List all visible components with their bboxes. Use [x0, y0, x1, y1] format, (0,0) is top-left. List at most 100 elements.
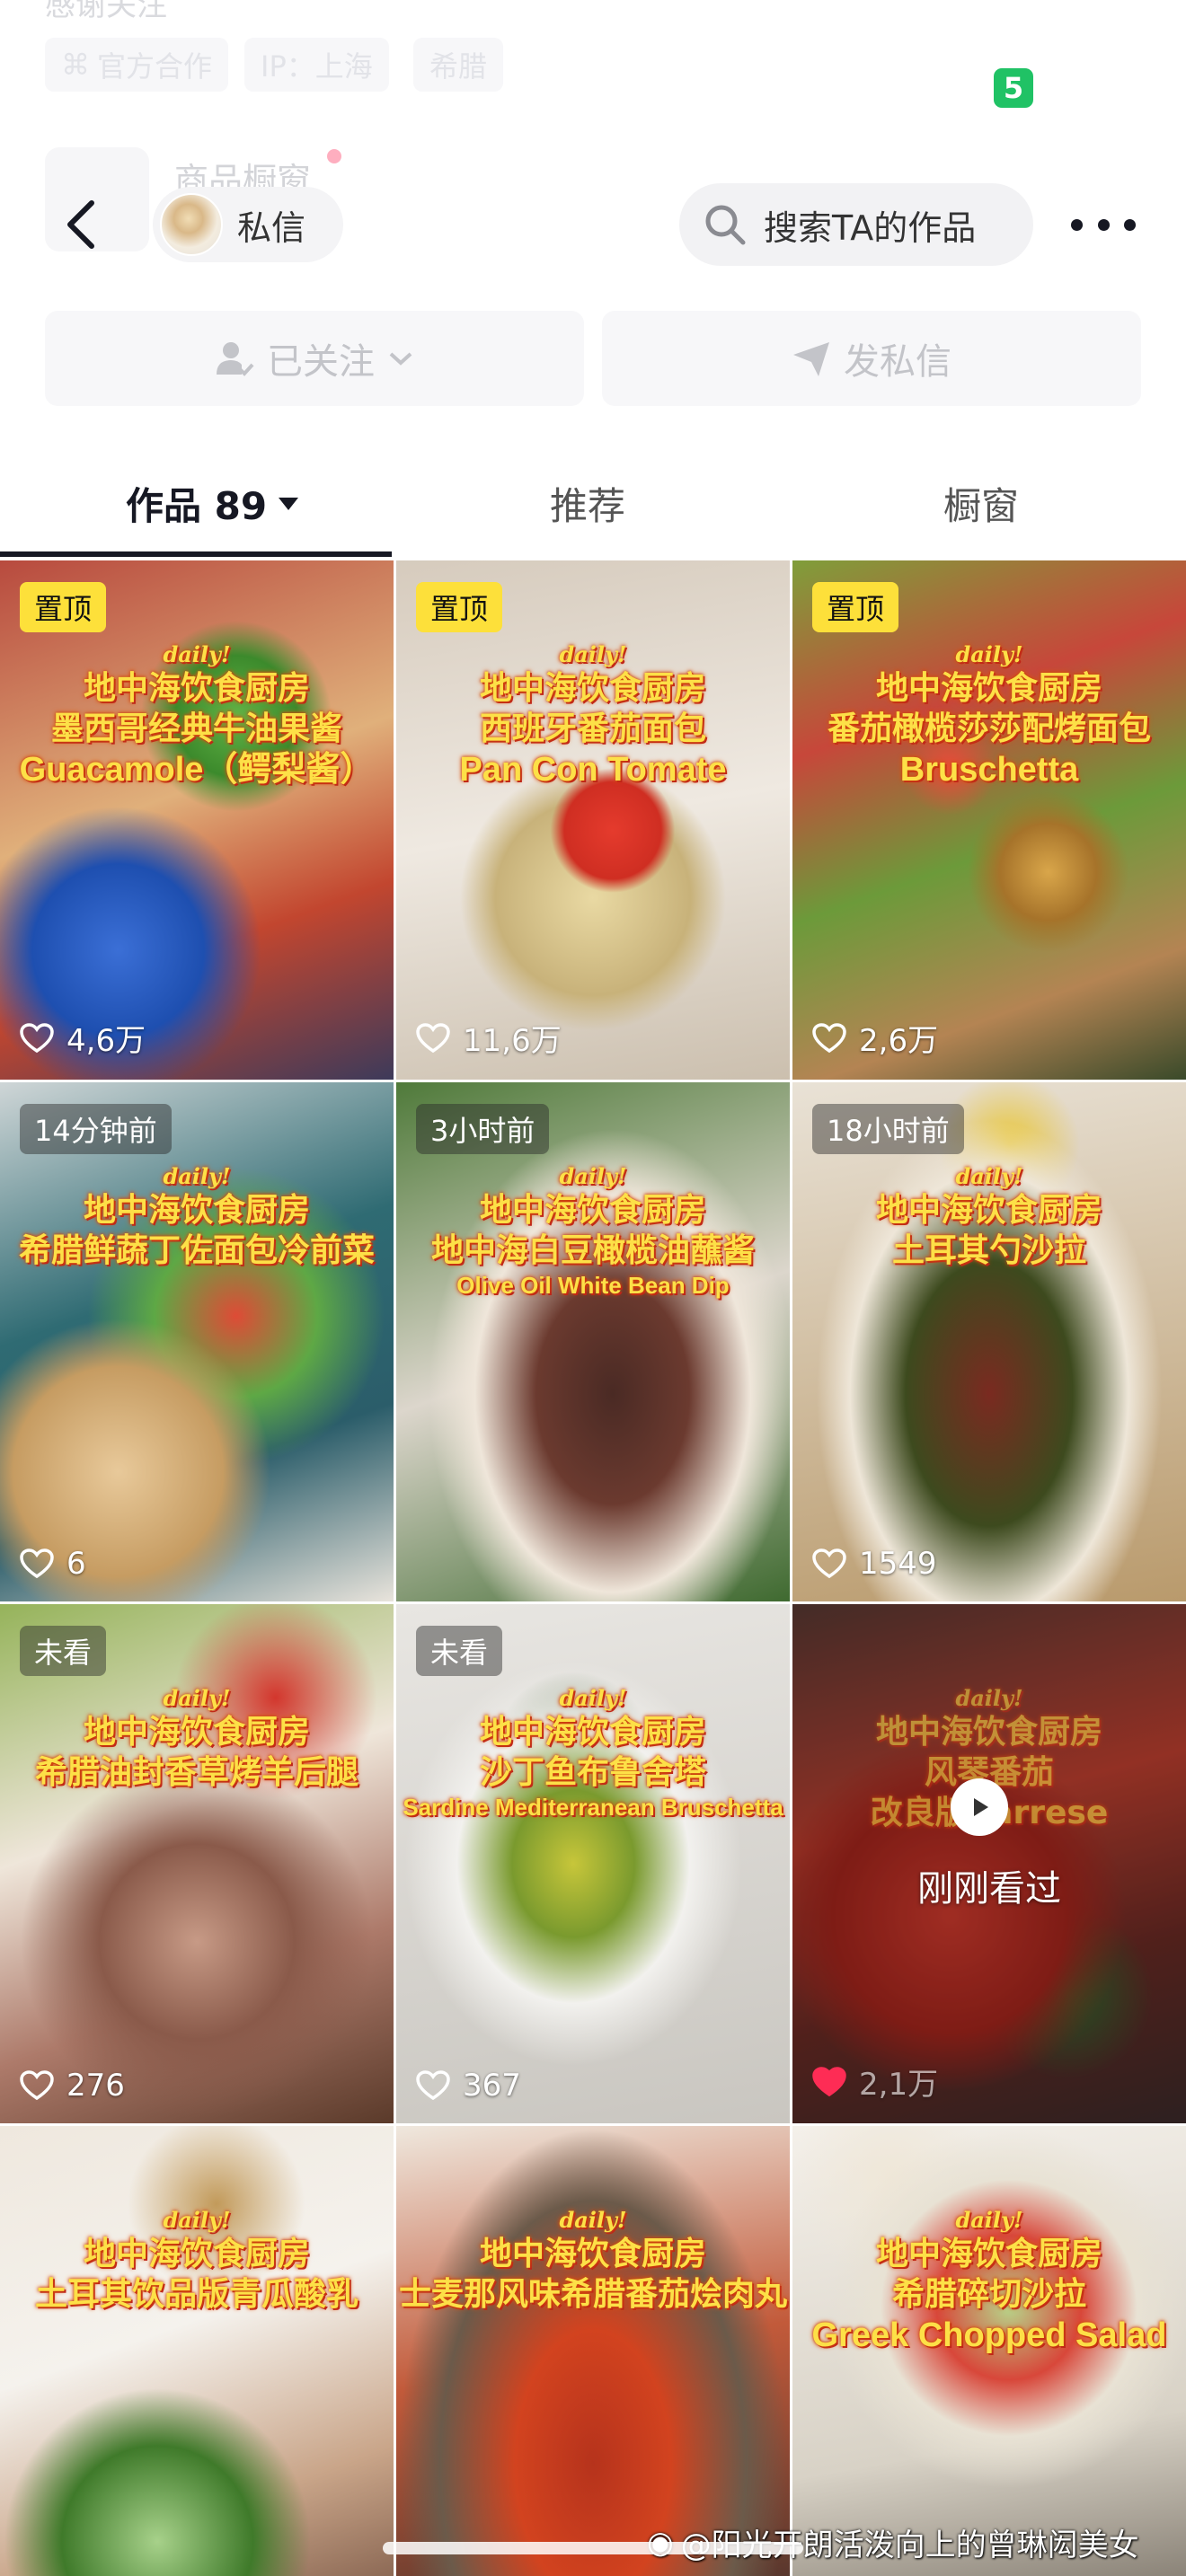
title-line: 地中海饮食厨房 [875, 670, 1102, 707]
daily-tag: daily! [559, 1163, 627, 1189]
heart-icon [812, 1022, 846, 1053]
search-works-input[interactable]: 搜索TA的作品 [679, 183, 1033, 266]
video-tile[interactable]: 3小时前 daily! 地中海饮食厨房 地中海白豆橄榄油蘸酱 Olive Oil Whi… [396, 1082, 790, 1601]
title-english: Guacamole（鳄梨酱） [19, 751, 375, 789]
user-check-icon [217, 342, 254, 376]
video-thumbnail [0, 2126, 394, 2576]
search-icon [705, 205, 746, 245]
heart-icon [416, 2070, 450, 2101]
title-line: 士麦那风味希腊番茄烩肉丸 [398, 2276, 787, 2313]
title-line: 土耳其勺沙拉 [891, 1232, 1086, 1269]
time-badge: 未看 [416, 1626, 503, 1676]
title-line: 墨西哥经典牛油果酱 [50, 710, 342, 747]
video-title-overlay: daily! 地中海饮食厨房 番茄橄榄莎莎配烤面包 Bruschetta [792, 641, 1186, 792]
title-line: 地中海饮食厨房 [479, 670, 706, 707]
ip-location-chip: IP：上海 [244, 38, 389, 92]
video-tile[interactable]: daily! 地中海饮食厨房 土耳其饮品版青瓜酸乳 [0, 2126, 394, 2576]
tab-works[interactable]: 作品 89 [126, 476, 301, 531]
title-line: 西班牙番茄面包 [479, 710, 706, 747]
video-tile[interactable]: 18小时前 daily! 地中海饮食厨房 土耳其勺沙拉 1549 [792, 1082, 1186, 1601]
time-badge: 18小时前 [812, 1104, 964, 1154]
video-title-overlay: daily! 地中海饮食厨房 希腊碎切沙拉 Greek Chopped Salad [792, 2207, 1186, 2358]
video-tile[interactable]: daily!地中海饮食厨房风琴番茄改良版Carrese刚刚看过2,1万 [792, 1604, 1186, 2123]
more-icon-dot [1097, 218, 1110, 231]
daily-tag: daily! [955, 1685, 1023, 1711]
chip-label: 官方合作 [97, 49, 213, 84]
daily-tag: daily! [163, 1685, 231, 1711]
chevron-left-icon [67, 200, 94, 249]
like-count-value: 367 [463, 2068, 521, 2104]
like-count-value: 11,6万 [463, 1023, 562, 1059]
title-english: Greek Chopped Salad [811, 2316, 1167, 2354]
time-badge: 3小时前 [416, 1104, 550, 1154]
video-thumbnail [396, 560, 790, 1080]
video-title-overlay: daily! 地中海饮食厨房 希腊油封香草烤羊后腿 [0, 1685, 394, 1793]
title-line: 地中海饮食厨房 [479, 2236, 706, 2272]
tab-recommend[interactable]: 推荐 [550, 476, 625, 531]
video-title-overlay: daily! 地中海饮食厨房 墨西哥经典牛油果酱 Guacamole（鳄梨酱） [0, 641, 394, 792]
video-thumbnail [792, 560, 1186, 1080]
heart-icon [812, 1548, 846, 1579]
search-placeholder: 搜索TA的作品 [764, 207, 977, 248]
message-chip[interactable]: 私信 [153, 187, 343, 262]
video-tile[interactable]: daily! 地中海饮食厨房 希腊碎切沙拉 Greek Chopped Salad [792, 2126, 1186, 2576]
like-count-value: 1549 [859, 1546, 937, 1582]
time-badge: 14分钟前 [20, 1104, 172, 1154]
chevron-down-icon [389, 352, 412, 366]
more-icon [1071, 218, 1083, 231]
video-thumbnail [0, 1082, 394, 1601]
heart-icon [20, 1548, 54, 1579]
like-count-value: 2,1万 [859, 2067, 939, 2103]
like-count: 367 [416, 2068, 521, 2104]
title-line: 地中海饮食厨房 [479, 1192, 706, 1229]
followed-button[interactable]: 已关注 [45, 311, 584, 406]
like-count-value: 6 [66, 1546, 86, 1582]
title-english: Pan Con Tomate [459, 751, 727, 789]
play-icon[interactable] [951, 1778, 1008, 1836]
daily-tag: daily! [163, 641, 231, 667]
title-line: 地中海饮食厨房 [479, 1714, 706, 1751]
like-count: 4,6万 [20, 1016, 146, 1060]
paper-plane-icon [793, 342, 829, 376]
title-line: 地中海白豆橄榄油蘸酱 [430, 1232, 755, 1269]
video-tile[interactable]: 置顶 daily! 地中海饮食厨房 番茄橄榄莎莎配烤面包 Bruschetta 2,6万 [792, 560, 1186, 1080]
title-line: 希腊油封香草烤羊后腿 [34, 1754, 358, 1791]
like-count-value: 4,6万 [66, 1023, 146, 1059]
pinned-badge: 置顶 [20, 582, 107, 632]
cooperation-icon: ⌘ [61, 48, 90, 82]
tab-shop-window[interactable]: 橱窗 [943, 476, 1019, 531]
daily-tag: daily! [559, 641, 627, 667]
video-tile[interactable]: daily! 地中海饮食厨房 士麦那风味希腊番茄烩肉丸 [396, 2126, 790, 2576]
title-line: 地中海饮食厨房 [875, 1714, 1102, 1751]
video-thumbnail [0, 560, 394, 1080]
more-button[interactable] [1071, 205, 1136, 244]
official-cooperation-chip: ⌘ 官方合作 [45, 38, 229, 92]
bio-fragment: 感谢关注 [45, 0, 167, 23]
content-tabs: 作品 89 推荐 橱窗 [0, 449, 1186, 560]
followed-label: 已关注 [267, 341, 375, 383]
like-count-value: 2,6万 [859, 1023, 939, 1059]
home-indicator [383, 2542, 803, 2554]
active-tab-indicator [0, 551, 392, 557]
video-title-overlay: daily! 地中海饮食厨房 希腊鲜蔬丁佐面包冷前菜 [0, 1163, 394, 1271]
daily-tag: daily! [559, 1685, 627, 1711]
heart-icon [20, 2070, 54, 2101]
like-count: 276 [20, 2068, 125, 2104]
send-message-label: 发私信 [844, 341, 951, 383]
like-count: 2,1万 [812, 2060, 938, 2104]
video-tile[interactable]: 置顶 daily! 地中海饮食厨房 西班牙番茄面包 Pan Con Tomate 11,6… [396, 560, 790, 1080]
back-button[interactable] [54, 198, 108, 251]
title-line: 地中海饮食厨房 [83, 2236, 310, 2272]
just-watched-label: 刚刚看过 [917, 1868, 1061, 1910]
video-tile[interactable]: 未看 daily! 地中海饮食厨房 希腊油封香草烤羊后腿 276 [0, 1604, 394, 2123]
more-icon-dot [1124, 218, 1136, 231]
video-tile[interactable]: 置顶 daily! 地中海饮食厨房 墨西哥经典牛油果酱 Guacamole（鳄梨酱） 4,… [0, 560, 394, 1080]
title-line: 希腊鲜蔬丁佐面包冷前菜 [18, 1232, 375, 1269]
video-tile[interactable]: 14分钟前 daily! 地中海饮食厨房 希腊鲜蔬丁佐面包冷前菜 6 [0, 1082, 394, 1601]
like-count: 11,6万 [416, 1016, 562, 1060]
video-tile[interactable]: 未看 daily! 地中海饮食厨房 沙丁鱼布鲁舍塔 Sardine Mediterran… [396, 1604, 790, 2123]
title-line: 地中海饮食厨房 [875, 2236, 1102, 2272]
send-message-button[interactable]: 发私信 [602, 311, 1141, 406]
region-chip: 希腊 [413, 38, 504, 92]
time-badge: 未看 [20, 1626, 107, 1676]
